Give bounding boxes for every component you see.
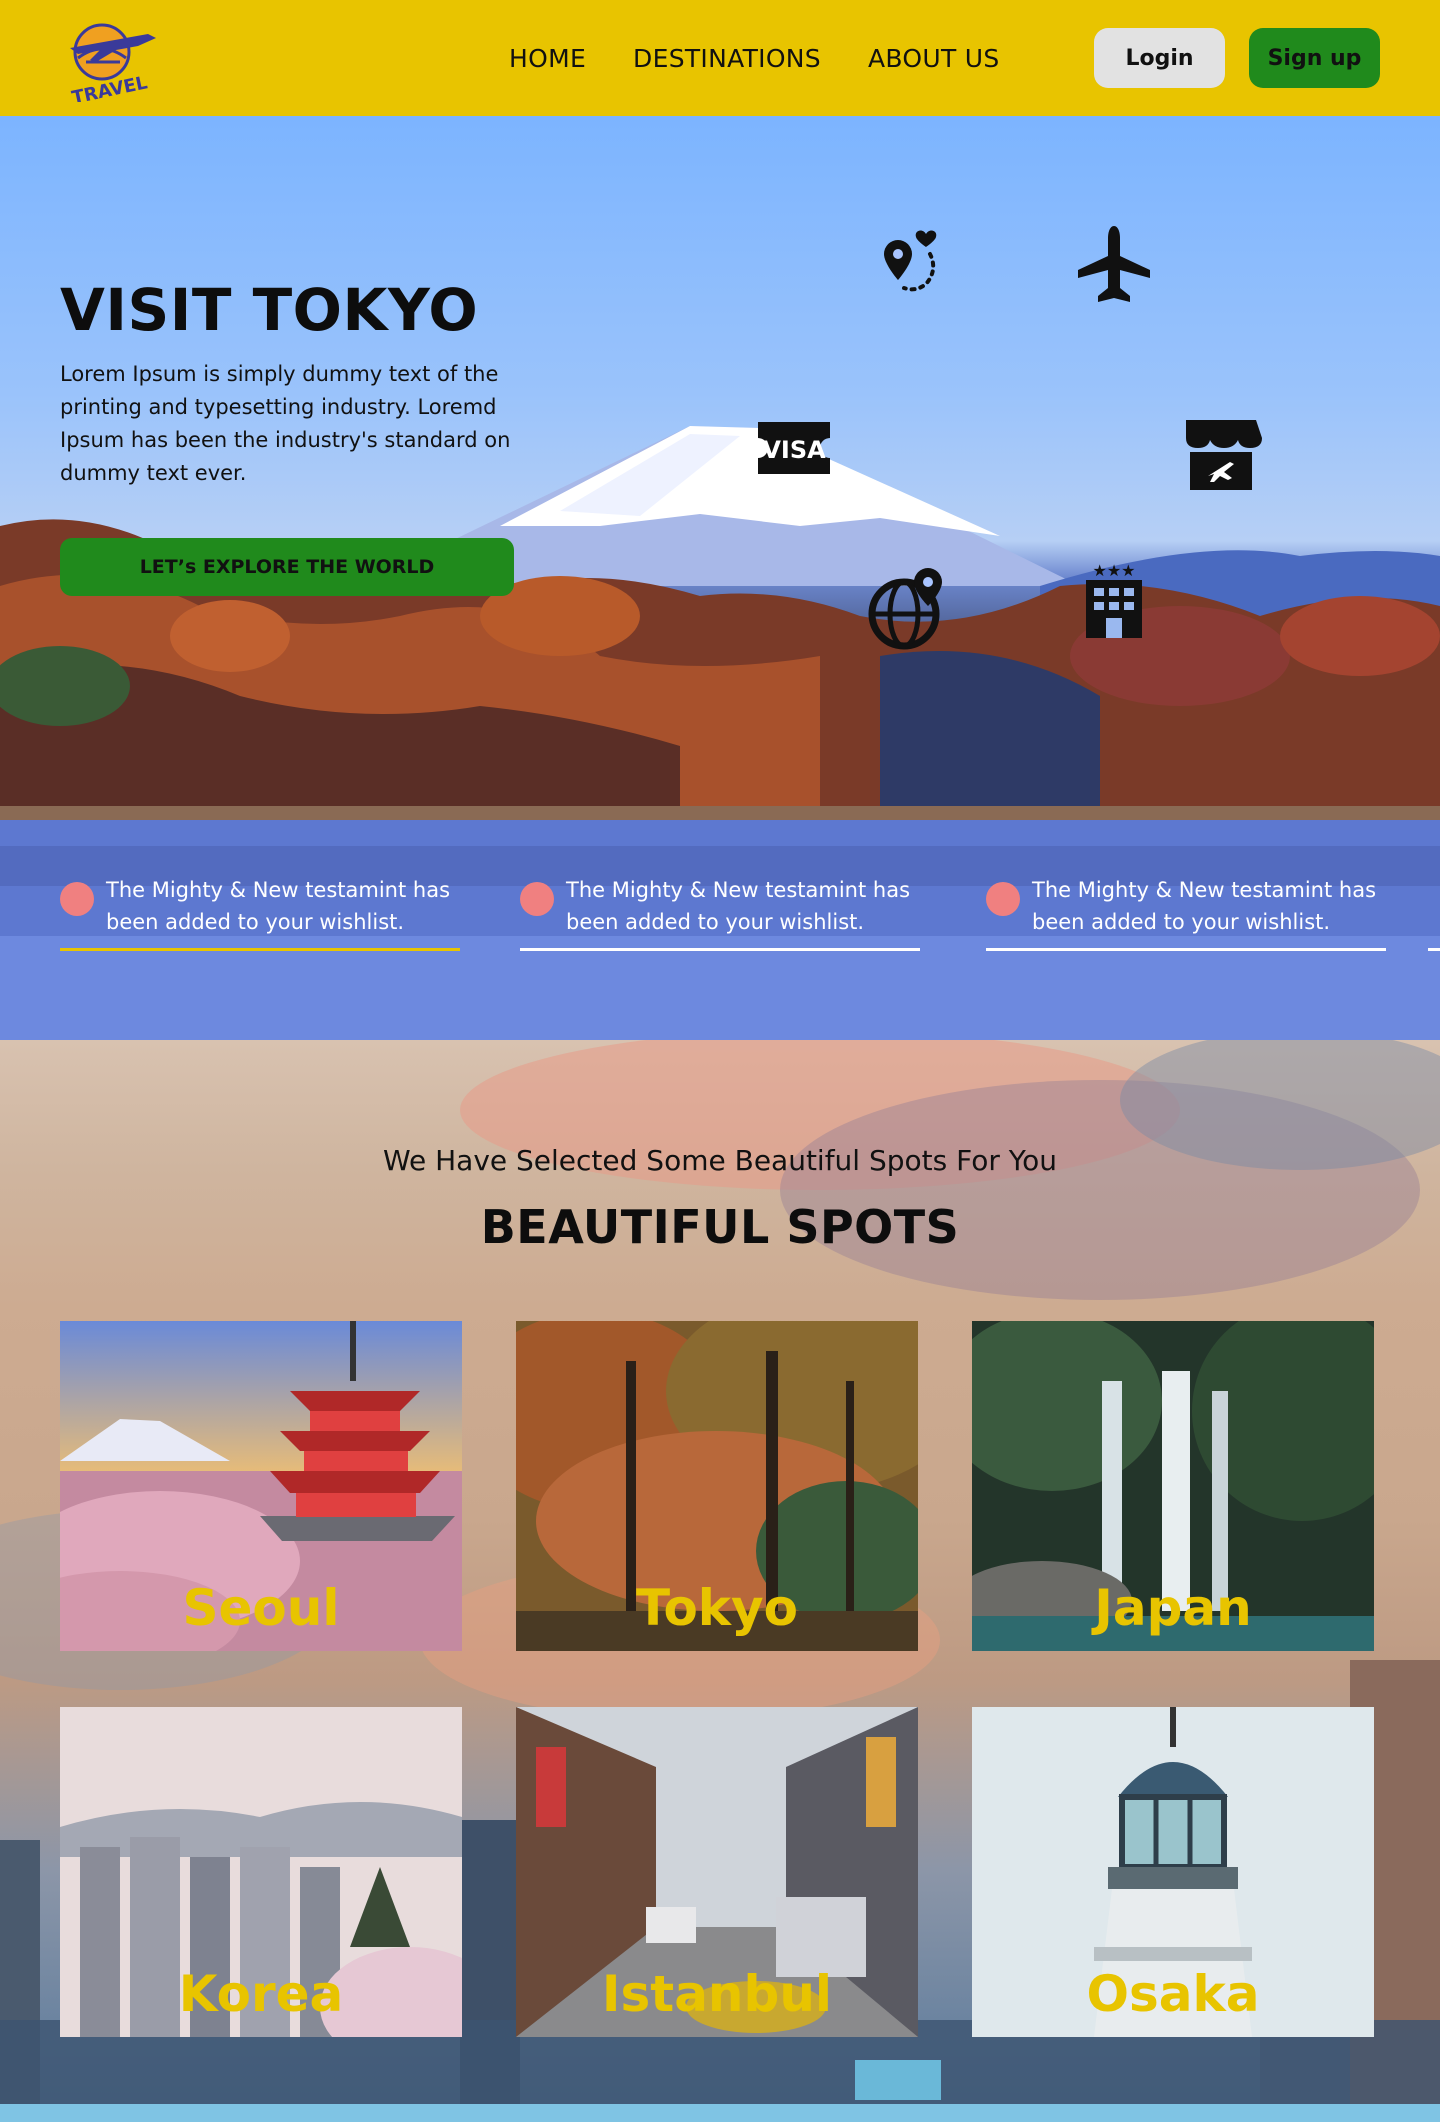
site-header: TRAVEL HOME DESTINATIONS ABOUT US Login …: [0, 0, 1440, 116]
notification-dot: [60, 882, 94, 916]
svg-text:★★★: ★★★: [1092, 561, 1135, 580]
signup-button[interactable]: Sign up: [1249, 28, 1380, 88]
destination-label: Tokyo: [635, 1579, 798, 1637]
visa-icon: VISA: [752, 416, 836, 484]
hero-description: Lorem Ipsum is simply dummy text of the …: [60, 362, 511, 485]
airplane-icon: [1076, 222, 1152, 312]
visa-badge-text: VISA: [762, 436, 826, 464]
footer-strip: [0, 2104, 1440, 2122]
destination-card-japan[interactable]: Japan: [972, 1321, 1374, 1651]
hero-title: VISIT TOKYO: [60, 276, 479, 344]
spots-subtitle: We Have Selected Some Beautiful Spots Fo…: [382, 1144, 1058, 1177]
wishlist-notification[interactable]: The Mighty & New testamint has been adde…: [986, 874, 1386, 954]
notification-text: The Mighty & New testamint has been adde…: [106, 878, 451, 934]
map-route-icon: [868, 224, 944, 308]
destination-label: Istanbul: [601, 1965, 833, 2023]
destination-card-seoul[interactable]: Seoul: [60, 1321, 462, 1651]
destination-card-istanbul[interactable]: Istanbul: [516, 1707, 918, 2037]
destination-label: Seoul: [182, 1579, 340, 1637]
notification-progress-line: [60, 948, 460, 951]
nav-home-link[interactable]: HOME: [509, 44, 586, 73]
spots-title: BEAUTIFUL SPOTS: [480, 1200, 960, 1254]
destination-card-osaka[interactable]: Osaka: [972, 1707, 1374, 2037]
notification-dot: [520, 882, 554, 916]
hero-section: VISIT TOKYO Lorem Ipsum is simply dummy …: [0, 116, 1440, 1040]
wishlist-notification[interactable]: The Mighty & New testamint has been adde…: [520, 874, 920, 954]
notification-next-indicator: [1428, 948, 1440, 951]
beautiful-spots-section: We Have Selected Some Beautiful Spots Fo…: [0, 1040, 1440, 2104]
destination-label: Osaka: [1086, 1965, 1260, 2023]
login-button[interactable]: Login: [1094, 28, 1225, 88]
wishlist-notification[interactable]: The Mighty & New testamint has been adde…: [60, 874, 460, 954]
hotel-icon: ★★★: [1082, 560, 1146, 644]
nav-destinations-link[interactable]: DESTINATIONS: [633, 44, 821, 73]
notification-text: The Mighty & New testamint has been adde…: [1032, 878, 1377, 934]
travel-logo[interactable]: TRAVEL: [56, 12, 166, 109]
destination-card-tokyo[interactable]: Tokyo: [516, 1321, 918, 1651]
notification-dot: [986, 882, 1020, 916]
explore-world-button[interactable]: LET’s EXPLORE THE WORLD: [60, 538, 514, 596]
notification-progress-line: [986, 948, 1386, 951]
travel-agency-icon: [1178, 412, 1264, 498]
destination-label: Korea: [178, 1965, 344, 2023]
notification-text: The Mighty & New testamint has been adde…: [566, 878, 911, 934]
main-nav: HOME DESTINATIONS ABOUT US: [509, 44, 1000, 73]
notification-progress-line: [520, 948, 920, 951]
nav-about-link[interactable]: ABOUT US: [868, 44, 1000, 73]
destination-card-korea[interactable]: Korea: [60, 1707, 462, 2037]
globe-location-icon: [866, 564, 950, 654]
destination-label: Japan: [1094, 1579, 1252, 1637]
